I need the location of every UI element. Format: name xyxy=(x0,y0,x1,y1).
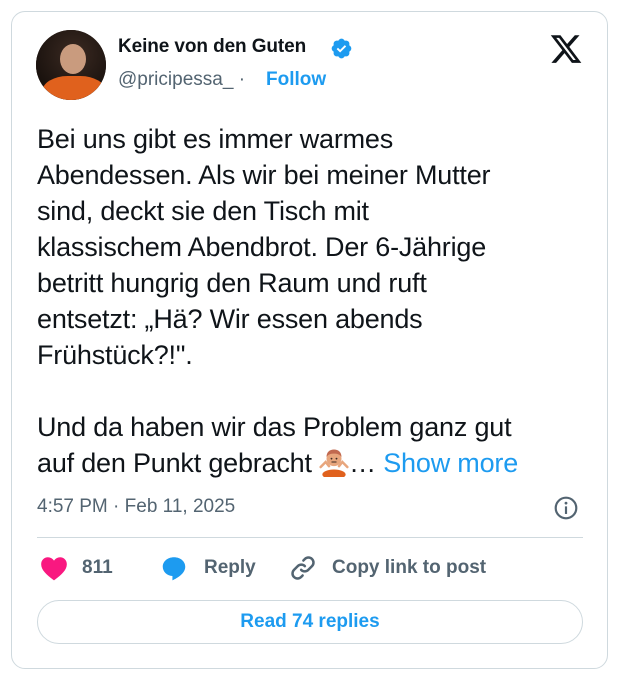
tweet-line: entsetzt: „Hä? Wir essen abends xyxy=(37,304,423,334)
person-shrugging-emoji-icon xyxy=(319,449,349,477)
tweet-line: Abendessen. Als wir bei meiner Mutter xyxy=(37,160,491,190)
follow-button[interactable]: Follow xyxy=(266,69,326,91)
timestamp[interactable]: 4:57 PM · Feb 11, 2025 xyxy=(37,496,235,518)
x-logo-icon[interactable] xyxy=(549,32,583,66)
read-replies-button[interactable]: Read 74 replies xyxy=(37,600,583,644)
user-handle[interactable]: @pricipessa_ · xyxy=(118,69,245,91)
tweet-line: Frühstück?!". xyxy=(37,340,193,370)
tweet-line: sind, deckt sie den Tisch mit xyxy=(37,196,369,226)
tweet-line: klassischem Abendbrot. Der 6-Jährige xyxy=(37,232,487,262)
copy-link-button[interactable]: Copy link to post xyxy=(288,553,486,583)
heart-icon xyxy=(41,557,67,581)
tweet-line: Bei uns gibt es immer warmes xyxy=(37,124,394,154)
info-icon[interactable] xyxy=(553,495,579,521)
like-count: 811 xyxy=(82,557,113,578)
copy-link-label: Copy link to post xyxy=(332,557,487,578)
reply-label: Reply xyxy=(204,557,256,578)
avatar[interactable] xyxy=(36,30,106,100)
tweet-line: auf den Punkt gebracht … Show more xyxy=(37,448,519,478)
tweet-line: Und da haben wir das Problem ganz gut xyxy=(37,412,512,442)
display-name[interactable]: Keine von den Guten xyxy=(118,36,306,58)
divider xyxy=(37,537,583,538)
verified-badge-icon xyxy=(331,38,352,59)
reply-bubble-icon xyxy=(162,556,186,580)
like-button[interactable]: 811 xyxy=(40,553,113,583)
reply-button[interactable]: Reply xyxy=(160,553,256,583)
tweet-line: betritt hungrig den Raum und ruft xyxy=(37,268,427,298)
link-icon xyxy=(291,556,315,580)
tweet-text: Bei uns gibt es immer warmes Abendessen.… xyxy=(37,121,587,481)
show-more-link[interactable]: Show more xyxy=(383,448,518,478)
